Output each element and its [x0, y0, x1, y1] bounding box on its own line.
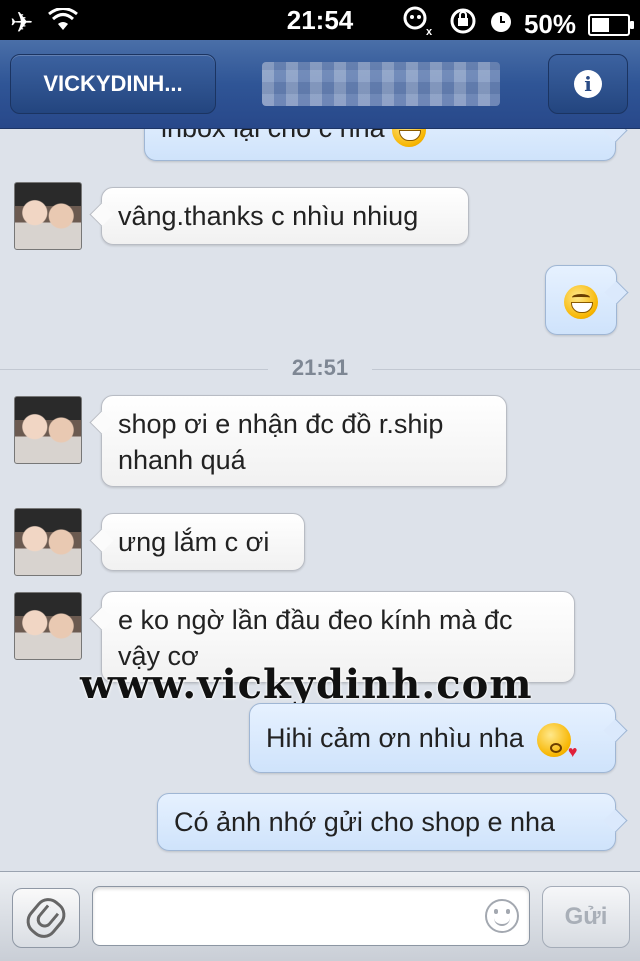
message-text: Có ảnh nhớ gửi cho shop e nha — [174, 807, 556, 837]
back-button[interactable]: VICKYDINH... — [10, 54, 216, 114]
kissing-emoji-icon — [537, 722, 577, 761]
svg-text:x: x — [426, 26, 433, 36]
info-button[interactable]: i — [548, 54, 628, 114]
info-icon: i — [574, 70, 602, 98]
message-text: shop ơi e nhận đc đồ r.ship nhanh quá — [118, 409, 444, 475]
status-bar: ✈ 21:54 x 50% — [0, 0, 640, 40]
battery-icon — [588, 13, 634, 36]
avatar[interactable] — [14, 396, 82, 464]
message-text: vâng.thanks c nhìu nhiug — [118, 201, 419, 231]
paperclip-icon — [20, 892, 72, 944]
message-text: ưng lắm c ơi — [118, 527, 270, 557]
message-bubble-incoming: shop ơi e nhận đc đồ r.ship nhanh quá — [101, 395, 507, 487]
nav-bar: VICKYDINH... i — [0, 40, 640, 129]
message-list[interactable]: inbox lại cho c nha vâng.thanks c nhìu n… — [0, 129, 640, 871]
send-button[interactable]: Gửi — [542, 886, 630, 948]
alarm-icon — [490, 9, 512, 40]
timestamp-divider: 21:51 — [0, 355, 640, 381]
back-button-label: VICKYDINH... — [43, 71, 183, 96]
message-bubble-outgoing: inbox lại cho c nha — [144, 129, 616, 161]
watermark-text: www.vickydinh.com — [80, 661, 533, 708]
message-composer: Gửi — [0, 871, 640, 961]
attach-button[interactable] — [12, 888, 80, 948]
conversation-title-pixelated — [262, 62, 500, 106]
message-input[interactable] — [92, 886, 530, 946]
no-sim-icon: x — [402, 6, 436, 43]
battery-level — [592, 17, 609, 32]
grinning-emoji-icon — [564, 284, 598, 319]
rotation-lock-icon — [448, 7, 478, 42]
message-bubble-outgoing — [545, 265, 617, 335]
message-bubble-outgoing: Có ảnh nhớ gửi cho shop e nha — [157, 793, 616, 851]
message-bubble-incoming: vâng.thanks c nhìu nhiug — [101, 187, 469, 245]
message-bubble-incoming: ưng lắm c ơi — [101, 513, 305, 571]
avatar[interactable] — [14, 182, 82, 250]
smiley-icon[interactable] — [485, 899, 519, 933]
avatar[interactable] — [14, 592, 82, 660]
grinning-emoji-icon — [392, 129, 427, 147]
message-text: Hihi cảm ơn nhìu nha — [266, 723, 524, 753]
message-text: inbox lại cho c nha — [161, 129, 385, 143]
battery-percent: 50% — [523, 9, 576, 39]
message-bubble-outgoing: Hihi cảm ơn nhìu nha — [249, 703, 616, 773]
avatar[interactable] — [14, 508, 82, 576]
